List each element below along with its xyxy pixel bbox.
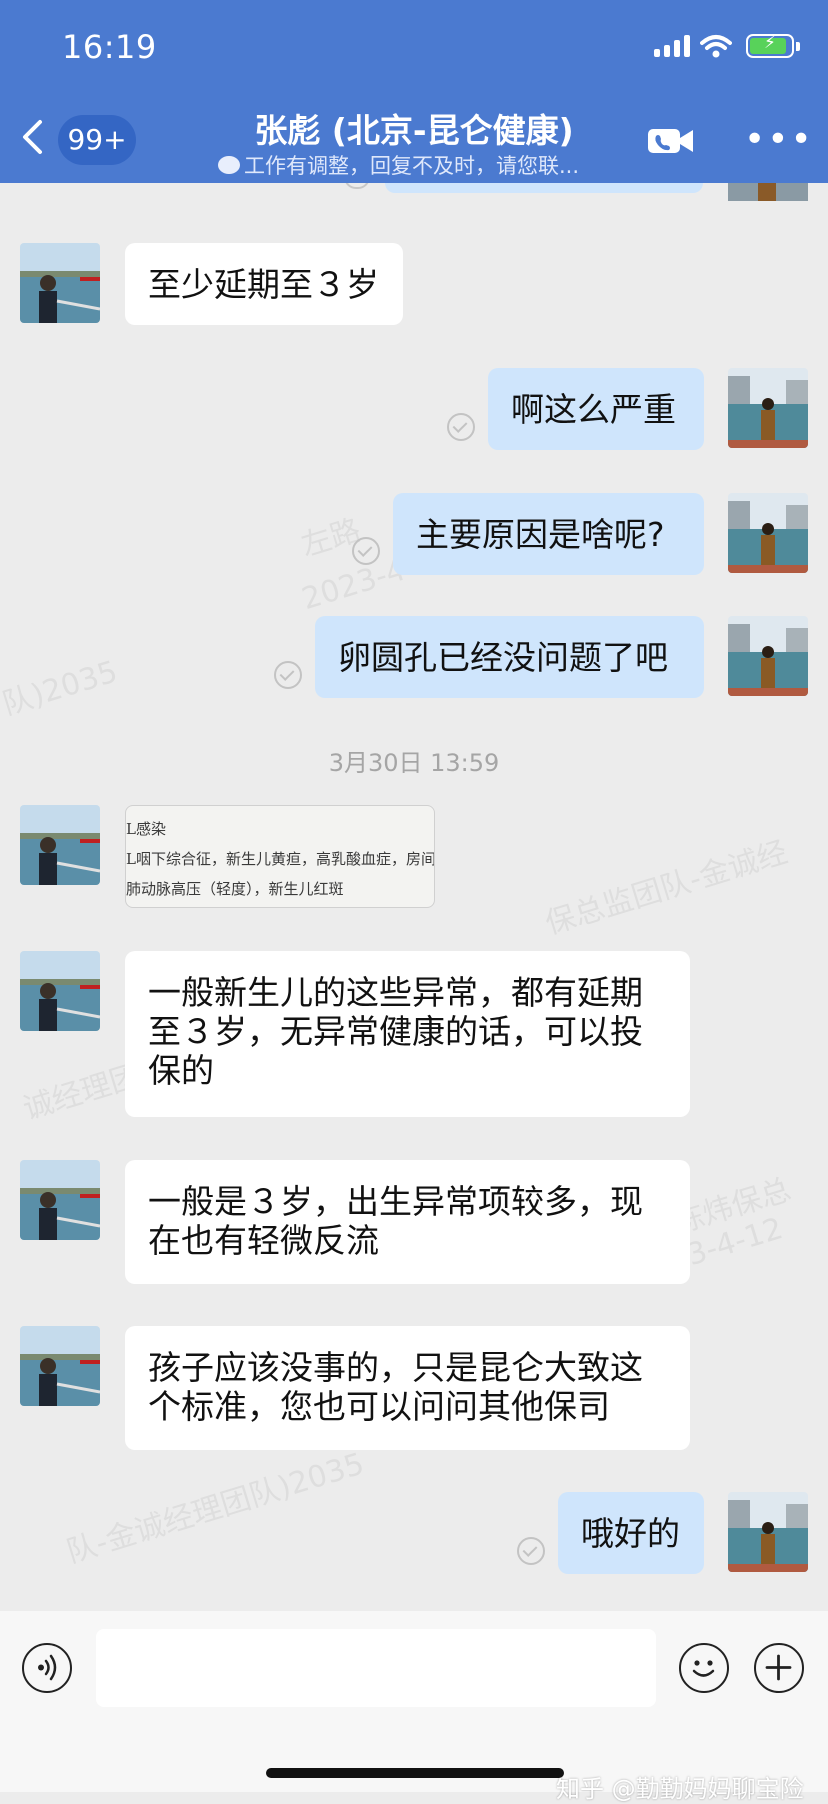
contact-photo — [20, 1160, 100, 1240]
contact-avatar[interactable] — [20, 951, 100, 1031]
home-indicator[interactable] — [266, 1768, 564, 1778]
watermark: 队)2035 — [0, 654, 122, 723]
unread-badge[interactable]: 99+ — [58, 115, 136, 165]
read-receipt-icon — [274, 661, 302, 689]
my-avatar[interactable] — [728, 368, 808, 448]
chat-subtitle[interactable]: 工作有调整，回复不及时，请您联... — [218, 150, 618, 180]
status-icons: ⚡ — [654, 33, 800, 58]
read-receipt-icon — [447, 413, 475, 441]
my-photo — [728, 493, 808, 573]
message-input[interactable] — [96, 1629, 656, 1707]
emoji-icon[interactable] — [679, 1643, 729, 1693]
chat-header: 16:19 ⚡ 99+ 张彪 (北京-昆仑健康) 工作有调整，回复不及时，请您联… — [0, 0, 828, 183]
message-icon — [218, 156, 240, 174]
my-photo — [728, 1492, 808, 1572]
message-bubble[interactable]: 一般新生儿的这些异常，都有延期至３岁，无异常健康的话，可以投保的 — [125, 951, 690, 1117]
message-timestamp: 3月30日 13:59 — [328, 749, 500, 777]
read-receipt-icon — [344, 183, 370, 189]
back-button[interactable] — [20, 119, 44, 162]
message-bubble[interactable]: 一般是３岁，出生异常项较多，现在也有轻微反流 — [125, 1160, 690, 1284]
smile-face-icon — [692, 1660, 715, 1677]
image-text-line: L咽下综合征，新生儿黄疸，高乳酸血症，房间 — [126, 850, 435, 868]
contact-photo — [20, 951, 100, 1031]
voice-wave-icon — [38, 1654, 57, 1681]
contact-photo — [20, 1326, 100, 1406]
message-bubble[interactable]: 主要原因是啥呢? — [393, 493, 704, 575]
contact-avatar[interactable] — [20, 1160, 100, 1240]
read-receipt-icon — [352, 537, 380, 565]
message-bubble[interactable]: 至少延期至３岁 — [125, 243, 403, 325]
chat-messages[interactable]: 左路 2023-4-1 队)2035 保总监团队-金诚经 诚经理团队 (陈炜保总… — [0, 183, 828, 1611]
voice-icon[interactable] — [22, 1643, 72, 1693]
contact-avatar[interactable] — [20, 805, 100, 885]
message-bubble[interactable]: 哦好的 — [558, 1492, 704, 1574]
status-time: 16:19 — [62, 28, 157, 66]
contact-avatar[interactable] — [20, 1326, 100, 1406]
contact-photo — [20, 805, 100, 885]
my-avatar[interactable] — [728, 493, 808, 573]
plus-icon[interactable] — [754, 1643, 804, 1693]
contact-avatar[interactable] — [20, 243, 100, 323]
more-icon[interactable]: ••• — [744, 122, 814, 158]
image-message[interactable]: L感染 L咽下综合征，新生儿黄疸，高乳酸血症，房间 肺动脉高压（轻度），新生儿红… — [125, 805, 435, 908]
input-bar: 知乎 @勤勤妈妈聊宝险 — [0, 1611, 828, 1803]
source-watermark: 知乎 @勤勤妈妈聊宝险 — [556, 1775, 804, 1803]
image-text-line: L感染 — [126, 820, 166, 838]
my-photo — [728, 616, 808, 696]
add-icon — [765, 1654, 792, 1681]
watermark: 队-金诚经理团队)2035 — [62, 1446, 369, 1571]
chevron-left-icon — [23, 120, 42, 154]
chat-title[interactable]: 张彪 (北京-昆仑健康) — [170, 104, 658, 152]
message-bubble[interactable]: 啊这么严重 — [488, 368, 704, 450]
signal-icon — [654, 35, 690, 57]
wifi-icon — [700, 35, 732, 58]
chat-subtitle-text: 工作有调整，回复不及时，请您联... — [244, 154, 580, 178]
watermark: 保总监团队-金诚经 — [541, 834, 792, 942]
battery-icon: ⚡ — [746, 33, 794, 58]
message-bubble[interactable]: 卵圆孔已经没问题了吧 — [315, 616, 704, 698]
image-text-line: 肺动脉高压（轻度），新生儿红斑 — [126, 880, 344, 898]
contact-photo — [20, 243, 100, 323]
read-receipt-icon — [517, 1537, 545, 1565]
my-avatar[interactable] — [728, 1492, 808, 1572]
avatar — [728, 183, 808, 201]
message-bubble-partial — [385, 183, 703, 193]
my-avatar[interactable] — [728, 616, 808, 696]
message-bubble[interactable]: 孩子应该没事的，只是昆仑大致这个标准，您也可以问问其他保司 — [125, 1326, 690, 1450]
my-photo — [728, 368, 808, 448]
video-call-icon[interactable] — [647, 126, 695, 156]
